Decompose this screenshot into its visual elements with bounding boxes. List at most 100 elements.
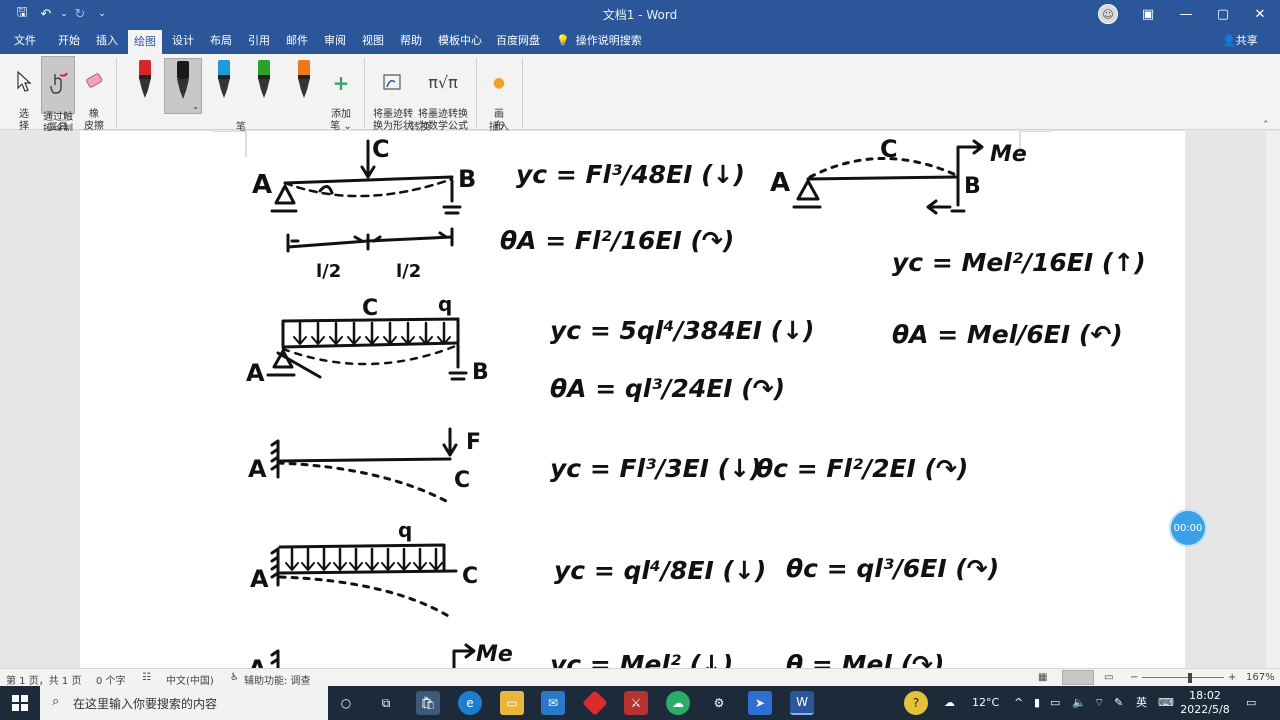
- taskbar-search-box[interactable]: ⌕ 在这里输入你要搜索的内容: [40, 686, 328, 720]
- clock-date: 2022/5/8: [1180, 703, 1230, 716]
- mail-icon[interactable]: ✉: [541, 691, 565, 715]
- window-title: 文档1 - Word: [602, 8, 678, 22]
- beam-1-rotation-formula: θA = Fl²/16EI (↷): [500, 226, 734, 255]
- file-explorer-icon[interactable]: ▭: [500, 691, 524, 715]
- zoom-slider-thumb[interactable]: [1188, 673, 1192, 683]
- tab-view[interactable]: 视图: [356, 28, 390, 54]
- pen-tray-icon[interactable]: ✎: [1114, 686, 1123, 720]
- zoom-slider[interactable]: [1142, 677, 1224, 678]
- tray-window-icon[interactable]: ▭: [1050, 686, 1060, 720]
- tab-file[interactable]: 文件: [8, 28, 42, 54]
- feishu-icon[interactable]: ➤: [748, 691, 772, 715]
- pen-red[interactable]: [126, 58, 164, 106]
- wps-icon[interactable]: [582, 690, 608, 716]
- document-area: A C B l/2 l/2 yc = Fl³/48EI (↓) θA = Fl²…: [0, 131, 1280, 668]
- speaker-icon[interactable]: 🔈: [1072, 686, 1086, 720]
- beam-3-label-q: q: [438, 292, 452, 316]
- input-method-indicator[interactable]: 英: [1136, 686, 1147, 720]
- beam-3-rotation-formula: θA = ql³/24EI (↷): [550, 374, 785, 403]
- document-page[interactable]: A C B l/2 l/2 yc = Fl³/48EI (↓) θA = Fl²…: [80, 131, 1185, 668]
- tab-home[interactable]: 开始: [52, 28, 86, 54]
- pen-orange[interactable]: [285, 58, 323, 106]
- notifications-icon[interactable]: ▭: [1246, 686, 1256, 720]
- accessibility-status[interactable]: 辅助功能: 调查: [244, 672, 311, 687]
- ribbon-tabs: 文件 开始 插入 绘图 设计 布局 引用 邮件 审阅 视图 帮助 模板中心 百度…: [0, 28, 1280, 54]
- recording-timer-bubble[interactable]: 00:00: [1169, 509, 1207, 547]
- undo-icon[interactable]: ↶: [36, 5, 56, 23]
- app-icon[interactable]: ⚔: [624, 691, 648, 715]
- zoom-level[interactable]: 167%: [1246, 672, 1275, 683]
- ribbon-display-options-icon[interactable]: ▣: [1128, 0, 1168, 28]
- pen-green[interactable]: [245, 58, 283, 106]
- minimize-button[interactable]: —: [1166, 0, 1206, 28]
- keyboard-icon[interactable]: ⌨: [1158, 686, 1174, 720]
- tray-chevron-icon[interactable]: ^: [1014, 686, 1023, 720]
- pen-options-chevron-icon[interactable]: ⌄: [192, 102, 199, 111]
- ribbon: 选 择 通过触 摸绘制 橡 皮擦 工具 ⌄ + 添加 笔 ⌄ 笔 将墨迹转 换为…: [0, 54, 1280, 135]
- title-bar: 🖫 ↶ ⌄ ↻ ⌄ 文档1 - Word ☺ ▣ — ▢ ✕: [0, 0, 1280, 28]
- redo-icon[interactable]: ↻: [70, 5, 90, 23]
- word-count[interactable]: 0 个字: [96, 672, 126, 687]
- beam-4-label-f: F: [466, 430, 481, 455]
- language-indicator[interactable]: 中文(中国): [166, 672, 214, 687]
- pen-blue[interactable]: [205, 58, 243, 106]
- close-button[interactable]: ✕: [1240, 0, 1280, 28]
- ink-to-shape-icon: [383, 74, 401, 90]
- customize-qat-icon[interactable]: ⌄: [92, 5, 112, 23]
- tab-insert[interactable]: 插入: [90, 28, 124, 54]
- touch-draw-button[interactable]: 通过触 摸绘制: [41, 56, 75, 135]
- tab-references[interactable]: 引用: [242, 28, 276, 54]
- store-icon[interactable]: 🛍: [416, 691, 440, 715]
- black-pen-icon: [177, 61, 189, 99]
- tab-design[interactable]: 设计: [166, 28, 200, 54]
- page-count[interactable]: 第 1 页，共 1 页: [6, 672, 81, 687]
- tell-me-search[interactable]: 💡 操作说明搜索: [556, 28, 642, 54]
- collapse-ribbon-icon[interactable]: ⌃: [1262, 120, 1270, 130]
- settings-gear-icon[interactable]: ⚙: [707, 691, 731, 715]
- word-taskbar-icon[interactable]: W: [790, 691, 814, 715]
- web-layout-icon[interactable]: ▭: [1104, 672, 1113, 683]
- tab-review[interactable]: 审阅: [318, 28, 352, 54]
- windows-start-icon[interactable]: [0, 686, 40, 720]
- clock[interactable]: 18:02 2022/5/8: [1178, 689, 1232, 717]
- ribbon-separator: [522, 58, 523, 128]
- beam-3-label-a: A: [246, 359, 265, 387]
- zoom-in-button[interactable]: +: [1228, 672, 1236, 683]
- restore-button[interactable]: ▢: [1203, 0, 1243, 28]
- beam-4-rotation-formula: θc = Fl²/2EI (↷): [756, 454, 968, 483]
- search-placeholder: 在这里输入你要搜索的内容: [73, 697, 218, 711]
- network-icon[interactable]: ⌔: [1094, 686, 1104, 720]
- weather-icon[interactable]: ☁: [944, 686, 955, 720]
- tab-help[interactable]: 帮助: [394, 28, 428, 54]
- tray-app-icon[interactable]: ▮: [1034, 686, 1040, 720]
- beam-5-drawing: [270, 543, 458, 619]
- share-button[interactable]: 👤共享: [1222, 28, 1258, 54]
- status-bar: 第 1 页，共 1 页 0 个字 ☷ 中文(中国) ♿ 辅助功能: 调查 ▦ ▭…: [0, 668, 1280, 687]
- proofing-icon[interactable]: ☷: [142, 672, 151, 683]
- beam-6-drawing: [270, 643, 476, 668]
- wechat-icon[interactable]: ☁: [666, 691, 690, 715]
- cortana-icon[interactable]: ○: [334, 691, 358, 715]
- pen-black-selected[interactable]: ⌄: [164, 58, 202, 114]
- weather-temp[interactable]: 12°C: [972, 686, 999, 720]
- focus-mode-icon[interactable]: ▦: [1038, 672, 1047, 683]
- beam-5-deflection-formula: yc = ql⁴/8EI (↓): [554, 556, 766, 585]
- zoom-out-button[interactable]: −: [1130, 672, 1138, 683]
- task-view-icon[interactable]: ⧉: [374, 691, 398, 715]
- save-icon[interactable]: 🖫: [12, 5, 32, 23]
- account-avatar-icon[interactable]: ☺: [1098, 4, 1118, 24]
- edge-icon[interactable]: e: [458, 691, 482, 715]
- help-icon[interactable]: ?: [904, 691, 928, 715]
- tab-layout[interactable]: 布局: [204, 28, 238, 54]
- tab-template-center[interactable]: 模板中心: [432, 28, 488, 54]
- ink-canvas: A C B l/2 l/2 yc = Fl³/48EI (↓) θA = Fl²…: [211, 131, 1146, 668]
- beam-2-deflection-formula: yc = Mel²/16EI (↑): [892, 248, 1146, 277]
- print-layout-icon[interactable]: [1062, 670, 1094, 685]
- tab-draw[interactable]: 绘图: [128, 30, 162, 54]
- tab-mailings[interactable]: 邮件: [280, 28, 314, 54]
- tab-baidu-netdisk[interactable]: 百度网盘: [490, 28, 546, 54]
- cursor-icon: [17, 70, 32, 92]
- vertical-scrollbar[interactable]: [1266, 131, 1280, 668]
- beam-3-label-c: C: [362, 296, 378, 321]
- beam-2-rotation-formula: θA = Mel/6EI (↶): [892, 320, 1123, 349]
